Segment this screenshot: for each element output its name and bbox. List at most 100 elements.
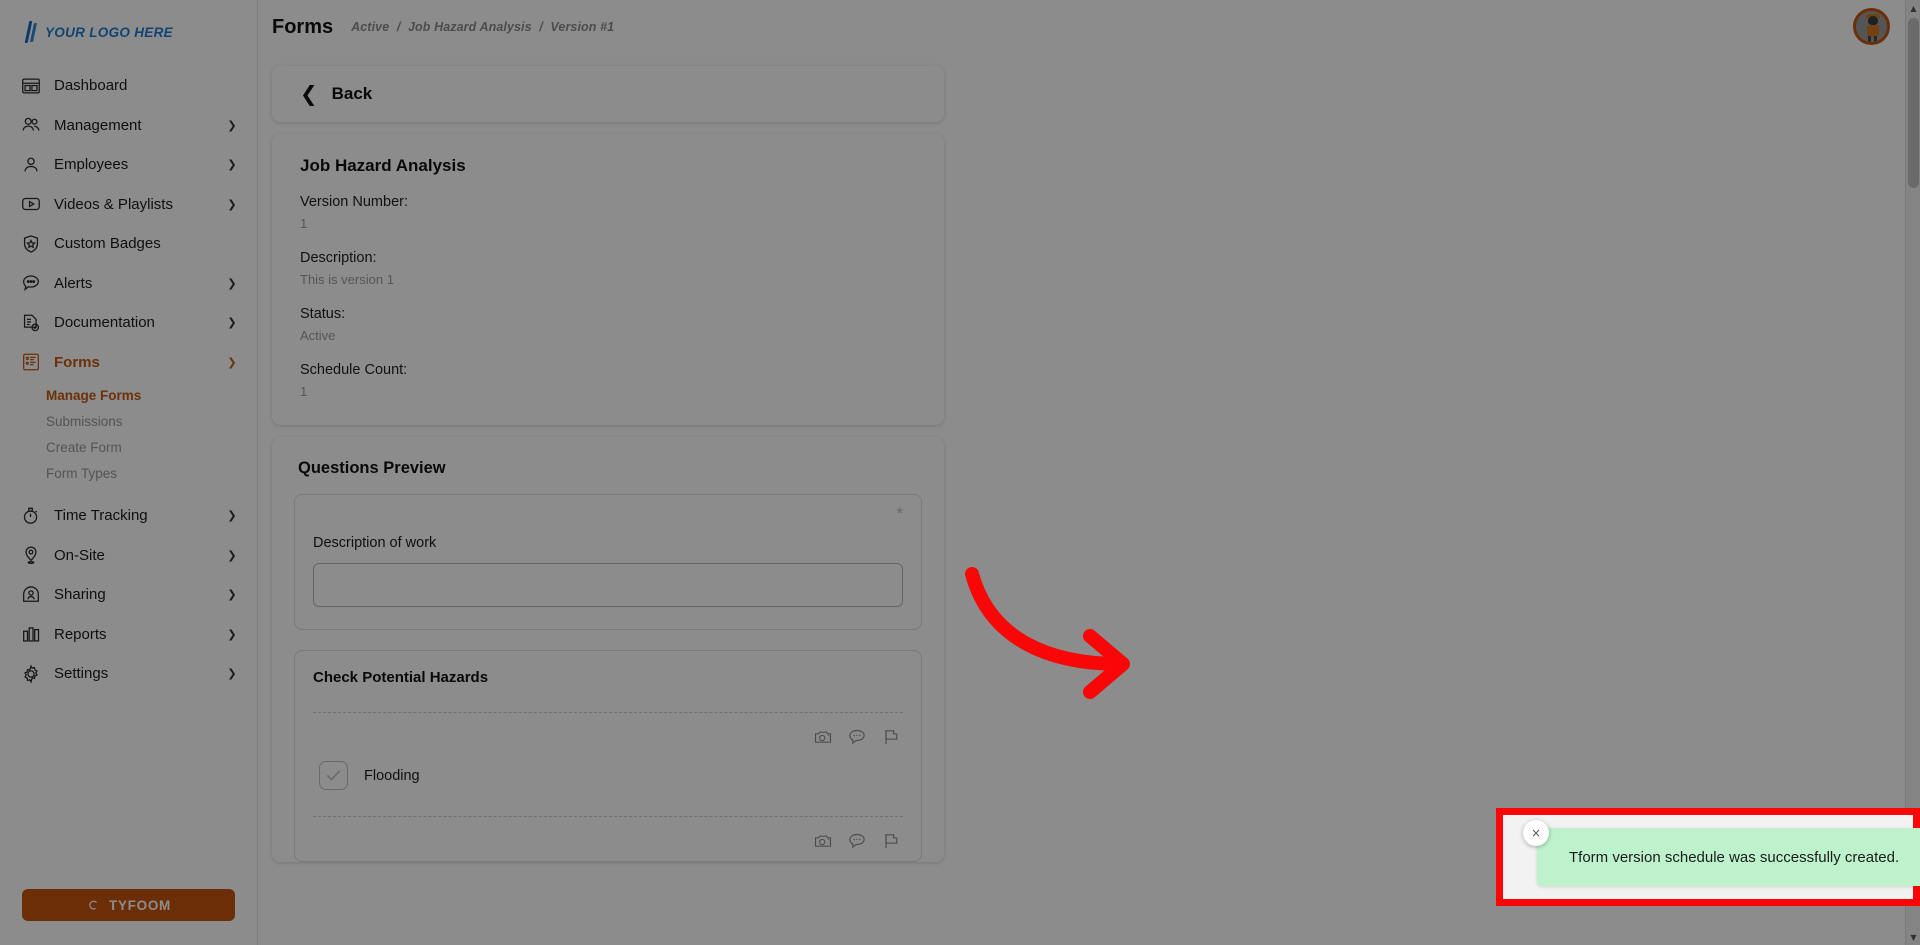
field-schedule-count: Schedule Count: 1 xyxy=(300,362,916,399)
sidebar-item-alerts[interactable]: Alerts ❯ xyxy=(0,264,257,304)
sidebar-subitem-submissions[interactable]: Submissions xyxy=(46,408,257,434)
flag-icon[interactable] xyxy=(881,727,901,747)
scroll-down-arrow-icon[interactable]: ▼ xyxy=(1906,929,1920,945)
breadcrumb-form[interactable]: Job Hazard Analysis xyxy=(408,20,532,34)
sidebar-item-label: Videos & Playlists xyxy=(54,195,173,213)
chevron-left-icon: ❮ xyxy=(300,81,318,106)
sidebar-item-label: On-Site xyxy=(54,546,105,564)
sidebar: YOUR LOGO HERE Dashboard Management ❯ Em… xyxy=(0,0,258,945)
sidebar-item-management[interactable]: Management ❯ xyxy=(0,106,257,146)
chevron-right-icon: ❯ xyxy=(227,316,237,330)
sidebar-subitem-manage-forms[interactable]: Manage Forms xyxy=(46,382,257,408)
chevron-right-icon: ❯ xyxy=(227,588,237,602)
sidebar-item-custom-badges[interactable]: Custom Badges xyxy=(0,224,257,264)
sidebar-item-time-tracking[interactable]: Time Tracking ❯ xyxy=(0,496,257,536)
video-icon xyxy=(18,191,44,217)
app-root: YOUR LOGO HERE Dashboard Management ❯ Em… xyxy=(0,0,1920,945)
sidebar-item-sharing[interactable]: Sharing ❯ xyxy=(0,575,257,615)
field-value: 1 xyxy=(300,216,308,231)
question-check-potential-hazards: Check Potential Hazards Flooding xyxy=(294,650,922,862)
sidebar-item-label: Time Tracking xyxy=(54,507,148,525)
field-label: Status: xyxy=(300,306,346,322)
scroll-up-arrow-icon[interactable]: ▲ xyxy=(1906,0,1920,16)
option-action-icons xyxy=(313,713,903,757)
chevron-right-icon: ❯ xyxy=(227,197,237,211)
logo-mark-icon xyxy=(24,21,38,43)
document-check-icon xyxy=(18,310,44,336)
comment-icon[interactable] xyxy=(847,831,867,851)
question-label: Description of work xyxy=(313,535,437,551)
toast-notification: × Tform version schedule was successfull… xyxy=(1523,820,1920,886)
sidebar-subitem-label: Manage Forms xyxy=(46,387,142,403)
back-button[interactable]: ❮ Back xyxy=(272,66,944,122)
user-icon xyxy=(18,152,44,178)
logo-text: YOUR LOGO HERE xyxy=(45,24,173,40)
scrollbar-thumb[interactable] xyxy=(1908,18,1919,188)
sidebar-item-label: Documentation xyxy=(54,314,155,332)
field-value: This is version 1 xyxy=(300,272,394,287)
sidebar-item-label: Sharing xyxy=(54,586,106,604)
sidebar-item-employees[interactable]: Employees ❯ xyxy=(0,145,257,185)
gear-icon xyxy=(18,661,44,687)
chevron-right-icon: ❯ xyxy=(227,667,237,681)
questions-preview-title: Questions Preview xyxy=(298,459,446,477)
sidebar-item-forms[interactable]: Forms ❯ xyxy=(0,343,257,383)
close-icon[interactable]: × xyxy=(1523,820,1549,846)
sidebar-subitem-form-types[interactable]: Form Types xyxy=(46,460,257,486)
toast-message: Tform version schedule was successfully … xyxy=(1569,848,1900,866)
checkbox-flooding[interactable] xyxy=(319,761,348,790)
sidebar-item-label: Alerts xyxy=(54,274,93,292)
breadcrumb-separator: / xyxy=(539,20,543,34)
sidebar-subnav-forms: Manage Forms Submissions Create Form For… xyxy=(0,382,257,486)
description-of-work-input[interactable] xyxy=(313,563,903,607)
sidebar-item-label: Settings xyxy=(54,665,109,683)
field-description: Description: This is version 1 xyxy=(300,250,916,287)
page-scrollbar[interactable]: ▲ ▼ xyxy=(1905,0,1920,945)
forms-list-icon xyxy=(18,349,44,375)
comment-icon[interactable] xyxy=(847,727,867,747)
toast-body: Tform version schedule was successfully … xyxy=(1537,828,1920,886)
avatar[interactable] xyxy=(1853,8,1890,45)
chevron-right-icon: ❯ xyxy=(227,548,237,562)
sidebar-item-label: Forms xyxy=(54,353,100,371)
dashboard-icon xyxy=(18,73,44,99)
sidebar-item-reports[interactable]: Reports ❯ xyxy=(0,615,257,655)
questions-preview-card: Questions Preview * Description of work … xyxy=(272,437,944,862)
required-asterisk: * xyxy=(896,504,903,523)
share-user-icon xyxy=(18,582,44,608)
badge-shield-icon xyxy=(18,231,44,257)
breadcrumb: Active / Job Hazard Analysis / Version #… xyxy=(349,20,616,34)
sidebar-item-label: Reports xyxy=(54,625,107,643)
sidebar-subitem-create-form[interactable]: Create Form xyxy=(46,434,257,460)
chevron-right-icon: ❯ xyxy=(227,276,237,290)
bar-chart-icon xyxy=(18,621,44,647)
option-label: Flooding xyxy=(364,767,420,784)
camera-icon[interactable] xyxy=(813,727,833,747)
sidebar-item-label: Custom Badges xyxy=(54,235,161,253)
sidebar-item-dashboard[interactable]: Dashboard xyxy=(0,66,257,106)
sidebar-item-label: Dashboard xyxy=(54,77,128,95)
sidebar-item-on-site[interactable]: On-Site ❯ xyxy=(0,536,257,576)
app-logo[interactable]: YOUR LOGO HERE xyxy=(0,8,257,56)
sidebar-item-videos-playlists[interactable]: Videos & Playlists ❯ xyxy=(0,185,257,225)
question-description-of-work: * Description of work xyxy=(294,494,922,630)
chevron-right-icon: ❯ xyxy=(227,627,237,641)
sidebar-subitem-label: Form Types xyxy=(46,465,118,481)
chevron-right-icon: ❯ xyxy=(227,118,237,132)
top-header: Forms Active / Job Hazard Analysis / Ver… xyxy=(258,0,1920,54)
sidebar-item-documentation[interactable]: Documentation ❯ xyxy=(0,303,257,343)
back-button-label: Back xyxy=(331,84,373,103)
tyfoom-brand-button[interactable]: TYFOOM xyxy=(22,889,235,921)
sidebar-item-settings[interactable]: Settings ❯ xyxy=(0,654,257,694)
tyfoom-brand-label: TYFOOM xyxy=(109,897,171,913)
field-status: Status: Active xyxy=(300,306,916,343)
breadcrumb-status[interactable]: Active xyxy=(351,20,389,34)
breadcrumb-version[interactable]: Version #1 xyxy=(550,20,614,34)
sidebar-subitem-label: Create Form xyxy=(46,439,122,455)
field-label: Version Number: xyxy=(300,194,408,210)
field-label: Schedule Count: xyxy=(300,362,408,378)
option-row-flooding[interactable]: Flooding xyxy=(313,757,903,816)
stopwatch-icon xyxy=(18,503,44,529)
camera-icon[interactable] xyxy=(813,831,833,851)
flag-icon[interactable] xyxy=(881,831,901,851)
